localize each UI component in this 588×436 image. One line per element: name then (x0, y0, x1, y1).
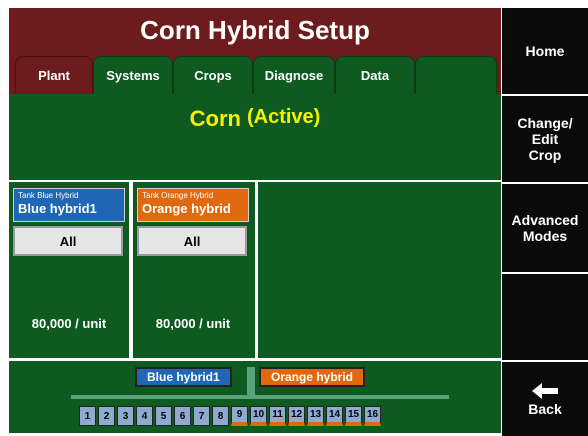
empty-side-button[interactable] (502, 274, 588, 360)
row-selector-button[interactable]: All (13, 226, 123, 256)
row-13[interactable]: 13 (307, 406, 324, 426)
hybrid-column-orange: Tank Orange Hybrid Orange hybrid All 80,… (133, 182, 255, 358)
hybrid-name: Orange hybrid (142, 201, 231, 216)
row-6[interactable]: 6 (174, 406, 191, 426)
back-label: Back (528, 401, 562, 417)
row-14[interactable]: 14 (326, 406, 343, 426)
toolbar-bar (71, 395, 449, 399)
change-edit-crop-button[interactable]: Change/ Edit Crop (502, 96, 588, 182)
crop-name: Corn (189, 106, 241, 131)
tank-card-orange[interactable]: Tank Orange Hybrid Orange hybrid (137, 188, 249, 222)
row-3[interactable]: 3 (117, 406, 134, 426)
tab-data[interactable]: Data (335, 56, 415, 94)
right-sidebar: Home Change/ Edit Crop Advanced Modes Ba… (502, 8, 588, 436)
back-button[interactable]: Back (502, 362, 588, 436)
seeding-rate: 80,000 / unit (31, 316, 107, 331)
hybrid-column-empty (258, 182, 501, 358)
back-arrow-icon (532, 383, 558, 399)
row-11[interactable]: 11 (269, 406, 286, 426)
row-9[interactable]: 9 (231, 406, 248, 426)
legend-orange-hybrid: Orange hybrid (259, 367, 366, 387)
tab-systems[interactable]: Systems (93, 56, 173, 94)
row-2[interactable]: 2 (98, 406, 115, 426)
tank-label: Tank Orange Hybrid (142, 191, 214, 200)
hybrid-area: Tank Blue Hybrid Blue hybrid1 All 80,000… (9, 182, 501, 358)
page-title: Corn Hybrid Setup (9, 8, 501, 52)
row-selector-button[interactable]: All (137, 226, 247, 256)
row-7[interactable]: 7 (193, 406, 210, 426)
seeding-rate: 80,000 / unit (155, 316, 231, 331)
crop-status: (Active) (246, 106, 321, 128)
row-1[interactable]: 1 (79, 406, 96, 426)
row-12[interactable]: 12 (288, 406, 305, 426)
row-5[interactable]: 5 (155, 406, 172, 426)
tank-label: Tank Blue Hybrid (18, 191, 79, 200)
row-10[interactable]: 10 (250, 406, 267, 426)
tab-diagnose[interactable]: Diagnose (253, 56, 335, 94)
legend-blue-hybrid: Blue hybrid1 (135, 367, 232, 387)
row-15[interactable]: 15 (345, 406, 362, 426)
tank-card-blue[interactable]: Tank Blue Hybrid Blue hybrid1 (13, 188, 125, 222)
row-16[interactable]: 16 (364, 406, 381, 426)
tab-bar: Plant Systems Crops Diagnose Data (9, 52, 501, 94)
tab-crops[interactable]: Crops (173, 56, 253, 94)
planter-panel: Blue hybrid1 Orange hybrid 1 2 3 4 5 6 7… (9, 361, 501, 433)
hybrid-column-blue: Tank Blue Hybrid Blue hybrid1 All 80,000… (9, 182, 129, 358)
home-button[interactable]: Home (502, 8, 588, 94)
row-8[interactable]: 8 (212, 406, 229, 426)
advanced-modes-button[interactable]: Advanced Modes (502, 184, 588, 272)
app-root: Corn Hybrid Setup Plant Systems Crops Di… (0, 0, 588, 436)
tab-empty[interactable] (415, 56, 497, 94)
row-4[interactable]: 4 (136, 406, 153, 426)
crop-panel: Corn (Active) (9, 94, 501, 180)
hybrid-name: Blue hybrid1 (18, 201, 97, 216)
tab-plant[interactable]: Plant (15, 56, 93, 94)
planter-connector (247, 367, 255, 397)
